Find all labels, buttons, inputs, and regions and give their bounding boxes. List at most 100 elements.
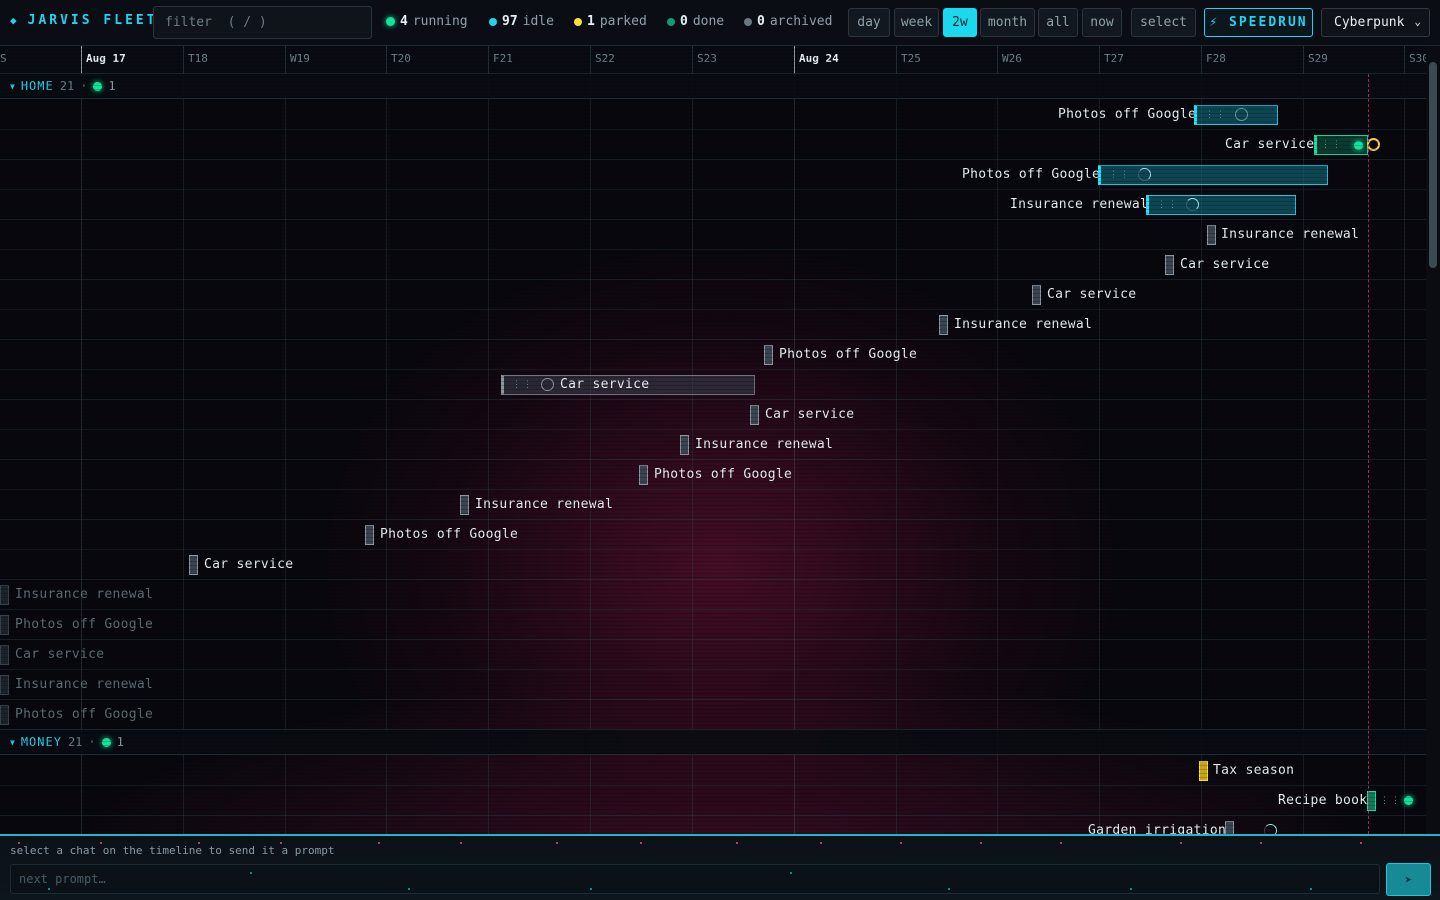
range-week-button[interactable]: week bbox=[894, 8, 939, 37]
chat-label[interactable]: Photos off Google bbox=[962, 167, 1100, 182]
chat-label[interactable]: Insurance renewal bbox=[1010, 197, 1148, 212]
chat-stub[interactable] bbox=[0, 615, 9, 635]
drag-handle-icon[interactable]: ⋮⋮ bbox=[1157, 200, 1179, 210]
running-dot-icon bbox=[1354, 141, 1363, 150]
grid-vline bbox=[183, 74, 184, 834]
loading-spinner-icon bbox=[1186, 198, 1199, 211]
group-name: HOME bbox=[20, 79, 54, 93]
chat-label[interactable]: Insurance renewal bbox=[15, 587, 153, 602]
grid-hline bbox=[0, 249, 1426, 250]
grid-vline bbox=[692, 74, 693, 834]
chat-bar-running[interactable]: ⋮⋮ bbox=[1314, 135, 1368, 155]
chat-stub[interactable] bbox=[365, 525, 374, 545]
chat-stub[interactable] bbox=[639, 465, 648, 485]
chat-label[interactable]: Insurance renewal bbox=[1221, 227, 1359, 242]
chat-label[interactable]: Photos off Google bbox=[380, 527, 518, 542]
chat-stub-parked[interactable] bbox=[1199, 761, 1208, 781]
scrollbar-thumb[interactable] bbox=[1429, 62, 1437, 268]
range-day-button[interactable]: day bbox=[848, 8, 890, 37]
stat-count: 4 bbox=[400, 14, 408, 29]
grid-hline bbox=[0, 669, 1426, 670]
theme-select[interactable]: Cyberpunk ⌄ bbox=[1321, 8, 1430, 37]
chat-stub[interactable] bbox=[189, 555, 198, 575]
grid-vline bbox=[794, 74, 795, 834]
chat-label[interactable]: Insurance renewal bbox=[15, 677, 153, 692]
chat-stub[interactable] bbox=[0, 675, 9, 695]
filter-input[interactable] bbox=[153, 6, 372, 39]
axis-tick: W26 bbox=[997, 46, 1022, 74]
grid-hline bbox=[0, 459, 1426, 460]
axis-tick: S29 bbox=[1303, 46, 1328, 74]
group-running-count: 1 bbox=[116, 735, 124, 749]
grid-hline bbox=[0, 219, 1426, 220]
running-dot-icon bbox=[93, 81, 103, 91]
drag-handle-icon[interactable]: ⋮⋮ bbox=[1109, 170, 1131, 180]
chat-label[interactable]: Photos off Google bbox=[15, 707, 153, 722]
chat-stub[interactable] bbox=[750, 405, 759, 425]
axis-tick: S23 bbox=[692, 46, 717, 74]
chat-label[interactable]: Photos off Google bbox=[779, 347, 917, 362]
running-dot-icon bbox=[101, 737, 111, 747]
range-month-button[interactable]: month bbox=[980, 8, 1035, 37]
stat-idle: 97 idle bbox=[489, 14, 554, 29]
chat-label[interactable]: Car service bbox=[1180, 257, 1269, 272]
separator: · bbox=[88, 735, 96, 749]
chat-label[interactable]: Photos off Google bbox=[1058, 107, 1196, 122]
axis-tick: S bbox=[0, 52, 7, 65]
chat-stub[interactable] bbox=[0, 645, 9, 665]
range-now-button[interactable]: now bbox=[1082, 8, 1122, 37]
stat-label: archived bbox=[769, 14, 833, 29]
decorative-sparkle bbox=[1310, 888, 1312, 890]
chat-label[interactable]: Car service bbox=[765, 407, 854, 422]
decorative-sparkle bbox=[280, 842, 282, 844]
send-arrow-icon: ➤ bbox=[1404, 872, 1413, 887]
prompt-input[interactable] bbox=[10, 864, 1380, 894]
chat-bar[interactable]: ⋮⋮ bbox=[1098, 165, 1328, 185]
grid-hline bbox=[0, 279, 1426, 280]
chat-stub[interactable] bbox=[0, 585, 9, 605]
grid-hline bbox=[0, 579, 1426, 580]
chat-label[interactable]: Car service bbox=[1225, 137, 1314, 152]
chat-label[interactable]: Insurance renewal bbox=[695, 437, 833, 452]
chat-stub[interactable] bbox=[1032, 285, 1041, 305]
range-all-button[interactable]: all bbox=[1038, 8, 1078, 37]
grid-vline bbox=[285, 74, 286, 834]
chat-label[interactable]: Recipe book bbox=[1278, 793, 1367, 808]
drag-handle-icon[interactable]: ⋮⋮ bbox=[1321, 140, 1343, 150]
grid-hline bbox=[0, 609, 1426, 610]
send-button[interactable]: ➤ bbox=[1386, 863, 1431, 896]
chat-stub[interactable] bbox=[460, 495, 469, 515]
done-dot-icon bbox=[667, 17, 675, 26]
decorative-sparkle bbox=[640, 842, 642, 844]
drag-handle-icon[interactable]: ⋮⋮ bbox=[1205, 110, 1227, 120]
chat-stub[interactable] bbox=[680, 435, 689, 455]
chat-label[interactable]: Insurance renewal bbox=[954, 317, 1092, 332]
speedrun-button[interactable]: ⚡ SPEEDRUN bbox=[1204, 8, 1313, 37]
chat-bar[interactable]: ⋮⋮ bbox=[1194, 105, 1278, 125]
chat-label[interactable]: Photos off Google bbox=[654, 467, 792, 482]
chat-label[interactable]: Car service bbox=[204, 557, 293, 572]
chat-stub[interactable] bbox=[1165, 255, 1174, 275]
decorative-sparkle bbox=[18, 842, 20, 844]
drag-handle-icon[interactable]: ⋮⋮ bbox=[1380, 796, 1402, 806]
decorative-sparkle bbox=[198, 842, 200, 844]
drag-handle-icon[interactable]: ⋮⋮ bbox=[512, 380, 534, 390]
chat-label[interactable]: Tax season bbox=[1213, 763, 1294, 778]
chat-stub[interactable] bbox=[939, 315, 948, 335]
stat-label: done bbox=[692, 14, 725, 29]
decorative-sparkle bbox=[590, 888, 592, 890]
range-2w-button[interactable]: 2w bbox=[943, 8, 977, 37]
group-header-home[interactable]: ▼ HOME 21 · 1 bbox=[0, 73, 1426, 99]
chat-stub[interactable] bbox=[764, 345, 773, 365]
chat-label[interactable]: Car service bbox=[1047, 287, 1136, 302]
chat-stub[interactable] bbox=[0, 705, 9, 725]
select-button[interactable]: select bbox=[1131, 8, 1196, 37]
group-header-money[interactable]: ▼ MONEY 21 · 1 bbox=[0, 729, 1426, 755]
chat-stub[interactable] bbox=[1207, 225, 1216, 245]
chat-bar[interactable]: ⋮⋮ bbox=[1146, 195, 1296, 215]
chat-label[interactable]: Car service bbox=[560, 377, 649, 392]
chat-label[interactable]: Photos off Google bbox=[15, 617, 153, 632]
chat-label[interactable]: Car service bbox=[15, 647, 104, 662]
decorative-sparkle bbox=[820, 842, 822, 844]
chat-label[interactable]: Insurance renewal bbox=[475, 497, 613, 512]
